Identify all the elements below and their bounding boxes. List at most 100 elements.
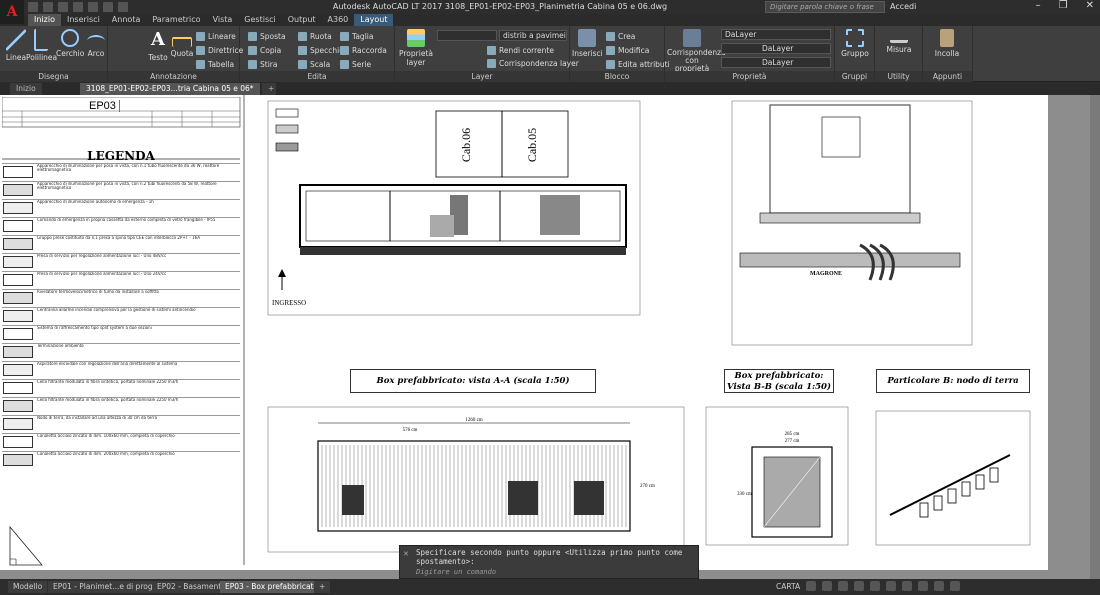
linear-dim-button[interactable]: Lineare <box>196 30 236 42</box>
vertical-scrollbar[interactable] <box>1090 95 1100 579</box>
tab-parametrico[interactable]: Parametrico <box>146 14 206 26</box>
tab-layout[interactable]: Layout <box>354 14 394 26</box>
make-current-button[interactable]: Rendi corrente <box>487 44 554 56</box>
insert-button[interactable]: Inserisci <box>572 29 603 58</box>
paste-button[interactable]: Incolla <box>931 29 963 58</box>
stretch-icon <box>248 59 257 69</box>
tab-annota[interactable]: Annota <box>106 14 147 26</box>
block-panel-label[interactable]: Blocco <box>570 71 664 82</box>
tab-output[interactable]: Output <box>282 14 322 26</box>
ortho-icon[interactable] <box>838 581 849 591</box>
annotation-panel-label[interactable]: Annotazione <box>108 71 239 82</box>
redo-icon[interactable] <box>118 2 128 12</box>
tab-inizio[interactable]: Inizio <box>28 14 61 26</box>
create-block-button[interactable]: Crea <box>606 30 635 42</box>
match-properties-icon <box>683 29 701 47</box>
paper-space-toggle[interactable]: CARTA <box>776 582 800 591</box>
snap-icon[interactable] <box>822 581 833 591</box>
tab-start[interactable]: Inizio <box>10 83 42 95</box>
leader-button[interactable]: Direttrice <box>196 44 243 56</box>
lineweight-dropdown[interactable]: DaLayer <box>721 57 831 68</box>
circle-button[interactable]: Cerchio <box>56 29 84 58</box>
clipboard-panel-label[interactable]: Appunti <box>923 71 972 82</box>
new-tab-button[interactable]: + <box>262 83 276 95</box>
save-icon[interactable] <box>58 2 68 12</box>
fillet-button[interactable]: Raccorda <box>340 44 387 56</box>
edit-block-button[interactable]: Modifica <box>606 44 649 56</box>
color-dropdown[interactable]: DaLayer <box>721 29 831 40</box>
dim-277: 277 cm <box>785 439 800 444</box>
draw-panel-label[interactable]: Disegna <box>0 71 107 82</box>
tab-drawing[interactable]: 3108_EP01-EP02-EP03...tria Cabina 05 e 0… <box>80 83 260 95</box>
stretch-button[interactable]: Stira <box>248 58 277 70</box>
polyline-button[interactable]: Polilinea <box>26 29 57 62</box>
search-input[interactable]: Digitare parola chiave o frase <box>765 1 885 13</box>
modify-panel-label[interactable]: Edita <box>240 71 394 82</box>
measure-button[interactable]: Misura <box>883 29 915 54</box>
groups-panel-label[interactable]: Gruppi <box>835 71 874 82</box>
dim-330: 330 cm <box>737 492 752 497</box>
layer-properties-button[interactable]: Proprietà layer <box>399 29 433 67</box>
move-button[interactable]: Sposta <box>248 30 286 42</box>
polar-icon[interactable] <box>854 581 865 591</box>
new-icon[interactable] <box>28 2 38 12</box>
add-layout-button[interactable]: + <box>314 581 331 593</box>
layer-panel-label[interactable]: Layer <box>395 71 569 82</box>
match-properties-button[interactable]: Corrispondenza con proprietà <box>667 29 726 73</box>
utilities-panel-label[interactable]: Utility <box>875 71 922 82</box>
tab-ep03[interactable]: EP03 - Box prefabbricato <box>220 581 324 593</box>
ucs-icon <box>9 525 43 566</box>
drawing-area[interactable]: EP03 LEGENDA Apparecchio di illuminazion… <box>0 95 1100 579</box>
grid-icon[interactable] <box>806 581 817 591</box>
clipboard-panel: Incolla Appunti <box>923 26 973 82</box>
group-icon <box>846 29 864 47</box>
layer-state-icons[interactable] <box>437 30 497 41</box>
annotation-scale-icon[interactable] <box>902 581 913 591</box>
save-as-icon[interactable] <box>73 2 83 12</box>
ribbon-tabs: Inizio Inserisci Annota Parametrico Vist… <box>28 14 394 26</box>
match-layer-button[interactable]: Corrispondenza layer <box>487 57 579 69</box>
layer-dropdown[interactable]: distrib a pavimei <box>499 30 567 41</box>
properties-panel-label[interactable]: Proprietà <box>665 71 834 82</box>
close-icon[interactable]: ✕ <box>403 550 411 558</box>
tab-gestisci[interactable]: Gestisci <box>238 14 281 26</box>
print-icon[interactable] <box>88 2 98 12</box>
linear-icon <box>196 31 205 41</box>
customize-icon[interactable] <box>950 581 961 591</box>
table-button[interactable]: Tabella <box>196 58 234 70</box>
tab-a360[interactable]: A360 <box>322 14 355 26</box>
group-button[interactable]: Gruppo <box>839 29 871 58</box>
trim-button[interactable]: Taglia <box>340 30 373 42</box>
minimize-icon[interactable]: – <box>1036 0 1041 11</box>
rotate-button[interactable]: Ruota <box>298 30 332 42</box>
tab-model[interactable]: Modello <box>8 581 48 593</box>
line-icon <box>6 29 26 51</box>
linetype-dropdown[interactable]: DaLayer <box>721 43 831 54</box>
restore-icon[interactable]: ❐ <box>1059 0 1068 11</box>
undo-icon[interactable] <box>103 2 113 12</box>
workspace-icon[interactable] <box>918 581 929 591</box>
copy-button[interactable]: Copia <box>248 44 281 56</box>
osnap-icon[interactable] <box>870 581 881 591</box>
window-title: Autodesk AutoCAD LT 2017 3108_EP01-EP02-… <box>332 2 668 11</box>
arc-button[interactable]: Arco <box>82 29 110 58</box>
mirror-button[interactable]: Specchio <box>298 44 344 56</box>
lineweight-icon[interactable] <box>886 581 897 591</box>
scale-button[interactable]: Scala <box>298 58 330 70</box>
status-tools: CARTA <box>776 581 961 591</box>
app-menu-button[interactable]: A <box>0 0 24 24</box>
measure-icon <box>890 29 908 43</box>
edit-attributes-button[interactable]: Edita attributi <box>606 58 670 70</box>
tab-ep02[interactable]: EP02 - Basamento <box>152 581 231 593</box>
tab-inserisci[interactable]: Inserisci <box>61 14 106 26</box>
sign-in-link[interactable]: Accedi <box>890 2 916 11</box>
isolate-icon[interactable] <box>934 581 945 591</box>
scale-icon <box>298 59 307 69</box>
array-button[interactable]: Serie <box>340 58 371 70</box>
close-icon[interactable]: ✕ <box>1086 0 1094 11</box>
command-input[interactable]: Digitare un comando <box>416 568 696 578</box>
open-icon[interactable] <box>43 2 53 12</box>
dimension-button[interactable]: Quota <box>168 29 196 58</box>
quick-access-toolbar <box>28 2 128 12</box>
tab-vista[interactable]: Vista <box>207 14 239 26</box>
